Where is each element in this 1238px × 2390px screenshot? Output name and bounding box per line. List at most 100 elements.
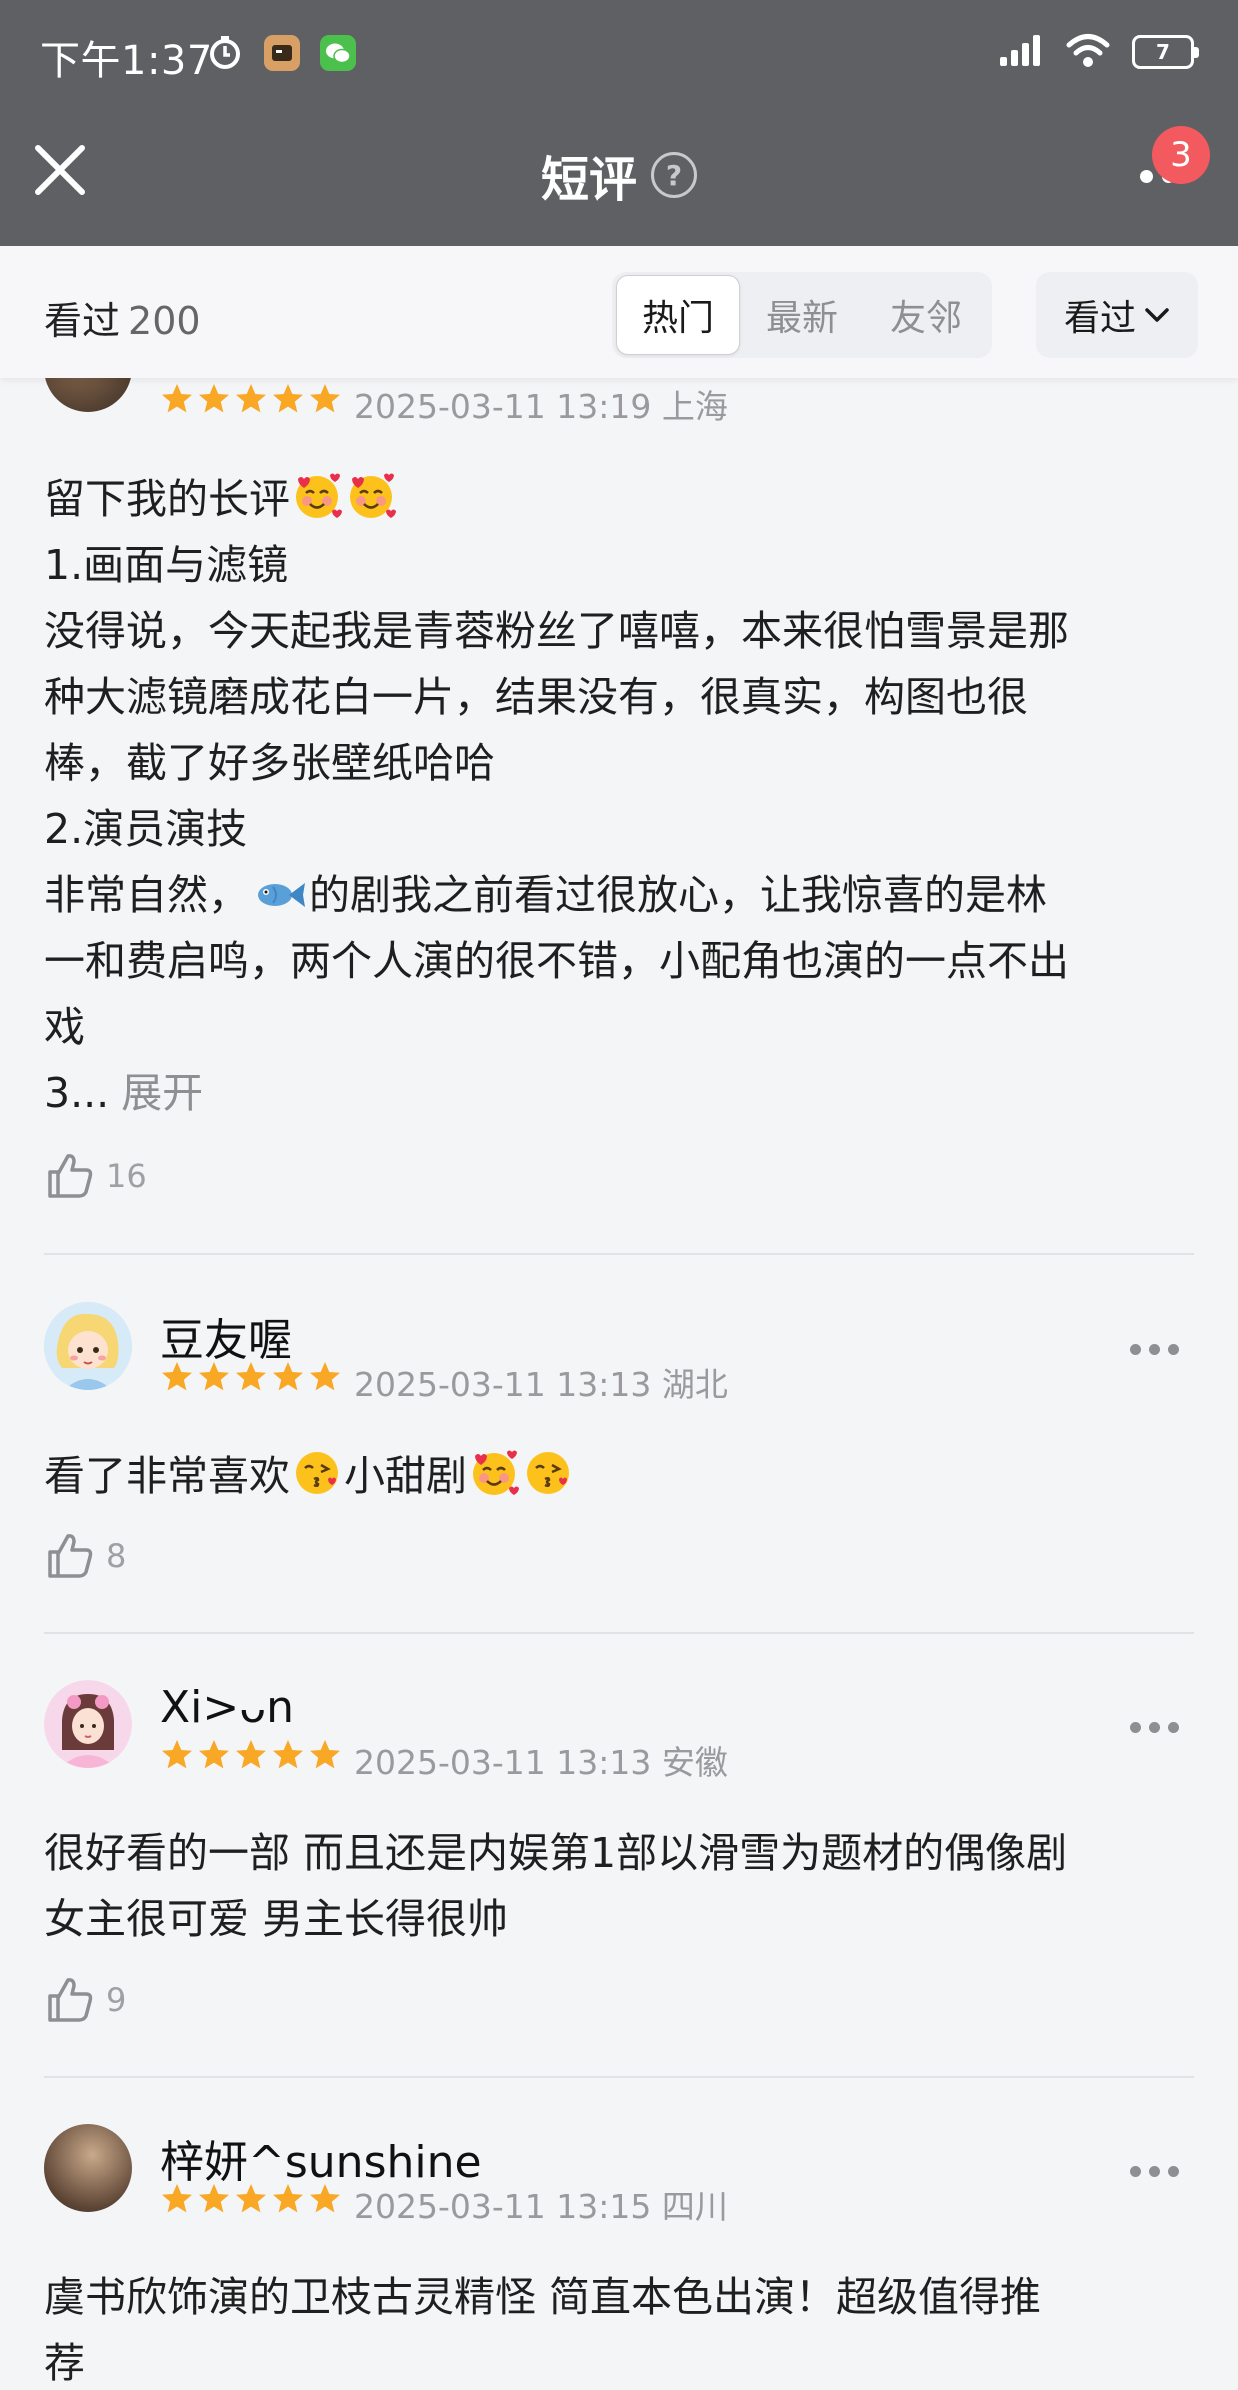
tab-friends[interactable]: 友邻 [864,275,988,355]
chevron-down-icon [1145,308,1169,322]
star-icon [308,1738,342,1772]
wifi-icon [1066,32,1110,72]
status-select-label: 看过 [1063,298,1136,339]
status-select[interactable]: 看过 [1036,272,1198,358]
kiss-emoji [523,1448,573,1498]
like-count: 16 [106,1157,147,1195]
review-line: 棒，截了好多张壁纸哈哈 [44,739,495,787]
status-time: 下午1:37 [40,38,213,84]
review-line: 留下我的长评 [44,475,290,523]
username[interactable]: Xi>ᴗn [160,1682,294,1733]
star-icon [271,1738,305,1772]
smiling-hearts-emoji [292,471,342,521]
thumbs-up-icon [44,1974,96,2026]
star-icon [234,2182,268,2216]
review-line: 非常自然， [44,871,249,919]
review-line: 的剧我之前看过很放心，让我惊喜的是林 [309,871,1047,919]
review-more-button[interactable] [1130,1340,1180,1360]
star-icon [197,382,231,416]
more-icon [1130,1722,1141,1733]
rating-stars [160,1738,342,1772]
nav-bar: 短评 ? 3 [0,108,1238,246]
tab-latest[interactable]: 最新 [740,275,864,355]
status-bar: 下午1:37 7 [0,0,1238,108]
review-line: 3... [44,1069,110,1117]
nav-title-group: 短评 ? [0,140,1238,210]
like-button[interactable]: 16 [44,1150,147,1202]
star-icon [271,2182,305,2216]
app-icon [264,35,300,71]
tab-hot[interactable]: 热门 [616,275,740,355]
username[interactable]: 豆友喔 [160,1304,292,1368]
kiss-emoji [292,1448,342,1498]
review-line: 2.演员演技 [44,805,248,853]
divider [44,2076,1194,2078]
star-icon [234,1360,268,1394]
review-line: 没得说，今天起我是青蓉粉丝了嘻嘻，本来很怕雪景是那 [44,607,1069,655]
like-count: 8 [106,1537,127,1575]
more-icon [1130,2166,1141,2177]
review-line: 种大滤镜磨成花白一片，结果没有，很真实，构图也很 [44,673,1028,721]
filter-bar: 看过 200 热门 最新 友邻 看过 [0,246,1238,378]
review-line: 很好看的一部 而且还是内娱第1部以滑雪为题材的偶像剧 [44,1829,1068,1877]
rating-stars [160,2182,342,2216]
star-icon [271,1360,305,1394]
review-line: 女主很可爱 男主长得很帅 [44,1895,509,1943]
clock-icon [206,34,244,72]
review-more-button[interactable] [1130,2162,1180,2182]
more-icon [1140,170,1153,183]
signal-icon [998,33,1044,71]
review-line: 一和费启鸣，两个人演的很不错，小配角也演的一点不出 [44,937,1069,985]
wechat-icon [320,35,356,71]
rating-stars [160,1360,342,1394]
star-icon [160,382,194,416]
star-icon [308,1360,342,1394]
review-text: 留下我的长评 1.画面与滤镜 没得说，今天起我是青蓉粉丝了嘻嘻，本来很怕雪景是那… [44,466,1194,1126]
watched-count: 看过 200 [44,290,201,345]
avatar[interactable] [44,1680,132,1768]
divider [44,1632,1194,1634]
review-line: 看了非常喜欢 [44,1452,290,1500]
thumbs-up-icon [44,1150,96,1202]
sort-tabs: 热门 最新 友邻 [612,272,992,358]
star-icon [197,2182,231,2216]
review-line: 戏 [44,1003,85,1051]
avatar[interactable] [44,2124,132,2212]
review-meta: 2025-03-11 13:19 上海 [354,387,728,426]
review-line: 虞书欣饰演的卫枝古灵精怪 简直本色出演！超级值得推 [44,2273,1042,2321]
more-icon [1130,1344,1141,1355]
review-meta: 2025-03-11 13:13 湖北 [354,1365,728,1404]
status-right-icons: 7 [998,32,1199,72]
star-icon [308,382,342,416]
star-icon [160,1360,194,1394]
review-more-button[interactable] [1130,1718,1180,1738]
review-meta: 2025-03-11 13:13 安徽 [354,1743,728,1782]
smiling-hearts-emoji [346,471,396,521]
watched-label: 看过 [44,299,121,343]
divider [44,1253,1194,1255]
avatar[interactable] [44,1302,132,1390]
help-icon[interactable]: ? [651,152,697,198]
review-text: 很好看的一部 而且还是内娱第1部以滑雪为题材的偶像剧 女主很可爱 男主长得很帅 [44,1820,1194,1952]
rating-stars [160,382,342,416]
fish-emoji [251,875,307,915]
star-icon [234,1738,268,1772]
page-title: 短评 [540,152,637,208]
like-button[interactable]: 9 [44,1974,126,2026]
review-line: 1.画面与滤镜 [44,541,289,589]
like-count: 9 [106,1981,127,2019]
notification-badge: 3 [1152,126,1210,184]
review-text: 看了非常喜欢 小甜剧 [44,1443,1194,1509]
top-bar: 下午1:37 7 短评 ? 3 [0,0,1238,246]
star-icon [234,382,268,416]
thumbs-up-icon [44,1530,96,1582]
review-meta: 2025-03-11 13:15 四川 [354,2187,728,2226]
star-icon [160,2182,194,2216]
expand-link[interactable]: 展开 [121,1069,203,1117]
battery-level: 7 [1156,40,1170,64]
battery-icon: 7 [1132,35,1199,69]
like-button[interactable]: 8 [44,1530,126,1582]
status-left-icons [206,34,356,72]
review-line: 小甜剧 [344,1452,467,1500]
review-text: 虞书欣饰演的卫枝古灵精怪 简直本色出演！超级值得推 荐 [44,2264,1194,2390]
